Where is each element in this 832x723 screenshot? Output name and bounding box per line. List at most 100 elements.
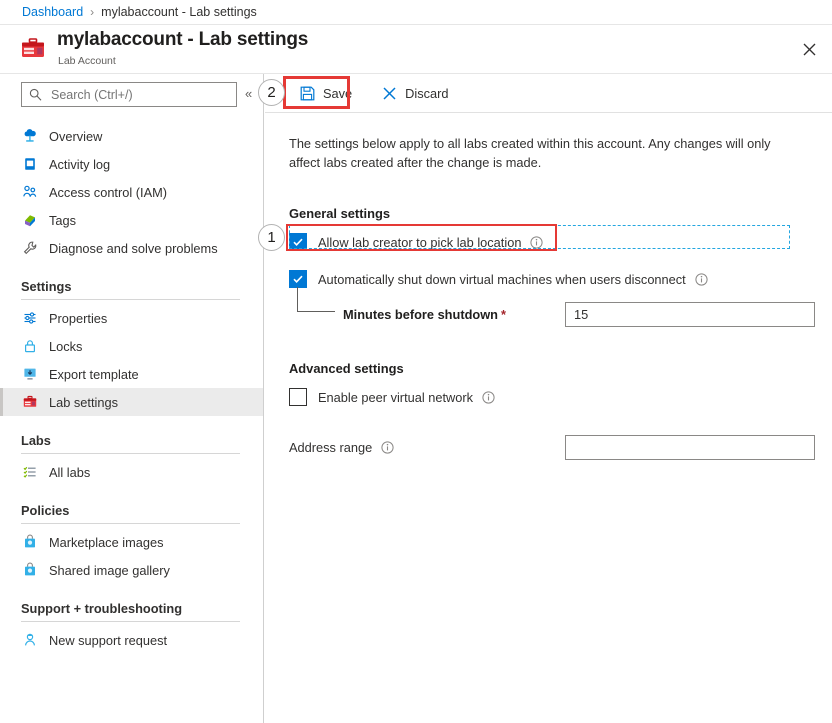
address-range-label: Address range (289, 439, 373, 455)
sidebar-item-label: Activity log (49, 156, 111, 172)
sidebar-item-diagnose[interactable]: Diagnose and solve problems (0, 234, 263, 262)
sidebar-group-label: Labs (21, 433, 51, 448)
divider (21, 453, 240, 454)
export-template-icon (21, 366, 38, 383)
discard-button[interactable]: Discard (373, 79, 457, 107)
sidebar-item-tags[interactable]: Tags (0, 206, 263, 234)
access-control-people-icon (21, 184, 38, 201)
lab-account-toolbox-icon (19, 35, 47, 63)
discard-x-icon (382, 86, 397, 101)
info-icon[interactable] (381, 440, 394, 454)
sidebar-item-new-support-request[interactable]: New support request (0, 626, 263, 654)
lab-settings-toolbox-icon (21, 394, 38, 411)
save-button[interactable]: Save (291, 79, 361, 107)
sidebar-item-lab-settings[interactable]: Lab settings (0, 388, 263, 416)
intro-text: The settings below apply to all labs cre… (289, 136, 771, 170)
all-labs-list-icon (21, 464, 38, 481)
minutes-before-shutdown-row: Minutes before shutdown * (289, 287, 815, 329)
sidebar-group-labs: Labs (0, 433, 263, 454)
enable-peer-vnet-checkbox[interactable] (289, 388, 307, 407)
address-range-row: Address range (289, 432, 815, 462)
lock-icon (21, 338, 38, 355)
save-button-label: Save (323, 85, 353, 101)
sidebar-group-label: Policies (21, 503, 70, 518)
blade-title-bar: mylabaccount - Lab settings Lab Account (0, 25, 832, 74)
general-settings-heading: General settings (289, 206, 391, 222)
auto-shutdown-label: Automatically shut down virtual machines… (318, 271, 686, 287)
sidebar-search-row: « (0, 74, 263, 116)
sidebar-item-label: Marketplace images (49, 534, 164, 550)
page-subtitle: Lab Account (58, 55, 116, 67)
tags-icon (21, 212, 38, 229)
sidebar-item-access-control[interactable]: Access control (IAM) (0, 178, 263, 206)
breadcrumb-separator: › (90, 5, 95, 19)
sidebar-item-all-labs[interactable]: All labs (0, 458, 263, 486)
sidebar-group-label: Settings (21, 279, 72, 294)
sidebar-item-label: Properties (49, 310, 108, 326)
minutes-before-shutdown-label: Minutes before shutdown * (343, 307, 506, 322)
sidebar-item-properties[interactable]: Properties (0, 304, 263, 332)
save-floppy-icon (300, 86, 315, 101)
required-marker: * (500, 306, 506, 322)
sidebar-group-policies: Policies (0, 503, 263, 524)
sidebar-item-label: Tags (49, 212, 77, 228)
auto-shutdown-checkbox[interactable] (289, 270, 307, 289)
divider (21, 299, 240, 300)
marketplace-bag-icon (21, 534, 38, 551)
breadcrumb-dashboard-link[interactable]: Dashboard (22, 5, 83, 19)
info-icon[interactable] (695, 272, 708, 286)
search-input[interactable] (49, 86, 219, 103)
callout-step-2: 2 (258, 79, 285, 106)
sidebar-item-label: Lab settings (49, 394, 119, 410)
sidebar-item-label: All labs (49, 464, 91, 480)
activity-log-book-icon (21, 156, 38, 173)
search-icon (29, 88, 42, 101)
sidebar-group-settings: Settings (0, 279, 263, 300)
divider (21, 621, 240, 622)
sidebar-item-label: Export template (49, 366, 139, 382)
search-box[interactable] (21, 82, 237, 107)
sidebar-item-shared-image-gallery[interactable]: Shared image gallery (0, 556, 263, 584)
properties-sliders-icon (21, 310, 38, 327)
enable-peer-vnet-label: Enable peer virtual network (318, 389, 474, 405)
wrench-icon (21, 240, 38, 257)
tree-connector (297, 287, 335, 313)
collapse-chevron-icon[interactable]: « (245, 87, 252, 100)
minutes-before-shutdown-input[interactable] (565, 301, 815, 327)
sidebar-item-locks[interactable]: Locks (0, 332, 263, 360)
page-title: mylabaccount - Lab settings (57, 29, 309, 50)
sidebar-item-marketplace-images[interactable]: Marketplace images (0, 528, 263, 556)
divider (21, 523, 240, 524)
allow-lab-location-checkbox[interactable] (289, 233, 307, 252)
sidebar-item-overview[interactable]: Overview (0, 122, 263, 150)
breadcrumb-current: mylabaccount - Lab settings (101, 5, 257, 19)
advanced-settings-heading: Advanced settings (289, 361, 404, 377)
shared-gallery-bag-icon (21, 562, 38, 579)
support-person-icon (21, 632, 38, 649)
sidebar-group-support: Support + troubleshooting (0, 601, 263, 622)
sidebar-item-label: Diagnose and solve problems (49, 240, 218, 256)
callout-step-1: 1 (258, 224, 285, 251)
auto-shutdown-row[interactable]: Automatically shut down virtual machines… (289, 269, 791, 289)
discard-button-label: Discard (405, 85, 449, 101)
info-icon[interactable] (530, 235, 544, 249)
left-navigation-sidebar: « Overview Activity log (0, 74, 264, 723)
minutes-before-shutdown-label-text: Minutes before shutdown (343, 306, 498, 322)
allow-lab-location-row[interactable]: Allow lab creator to pick lab location (289, 232, 791, 252)
sidebar-item-label: Locks (49, 338, 83, 354)
info-icon[interactable] (482, 390, 495, 404)
lab-settings-form: The settings below apply to all labs cre… (265, 113, 832, 723)
enable-peer-vnet-row[interactable]: Enable peer virtual network (289, 387, 791, 407)
sidebar-item-label: New support request (49, 632, 168, 648)
sidebar-item-activity-log[interactable]: Activity log (0, 150, 263, 178)
close-icon[interactable] (794, 34, 824, 64)
sidebar-group-label: Support + troubleshooting (21, 601, 183, 616)
azure-portal-blade: Dashboard › mylabaccount - Lab settings … (0, 0, 832, 723)
sidebar-item-label: Overview (49, 128, 103, 144)
address-range-input[interactable] (565, 434, 815, 460)
overview-cloud-icon (21, 128, 38, 145)
sidebar-item-label: Access control (IAM) (49, 184, 168, 200)
sidebar-item-export-template[interactable]: Export template (0, 360, 263, 388)
allow-lab-location-label: Allow lab creator to pick lab location (318, 234, 522, 250)
sidebar-item-label: Shared image gallery (49, 562, 170, 578)
